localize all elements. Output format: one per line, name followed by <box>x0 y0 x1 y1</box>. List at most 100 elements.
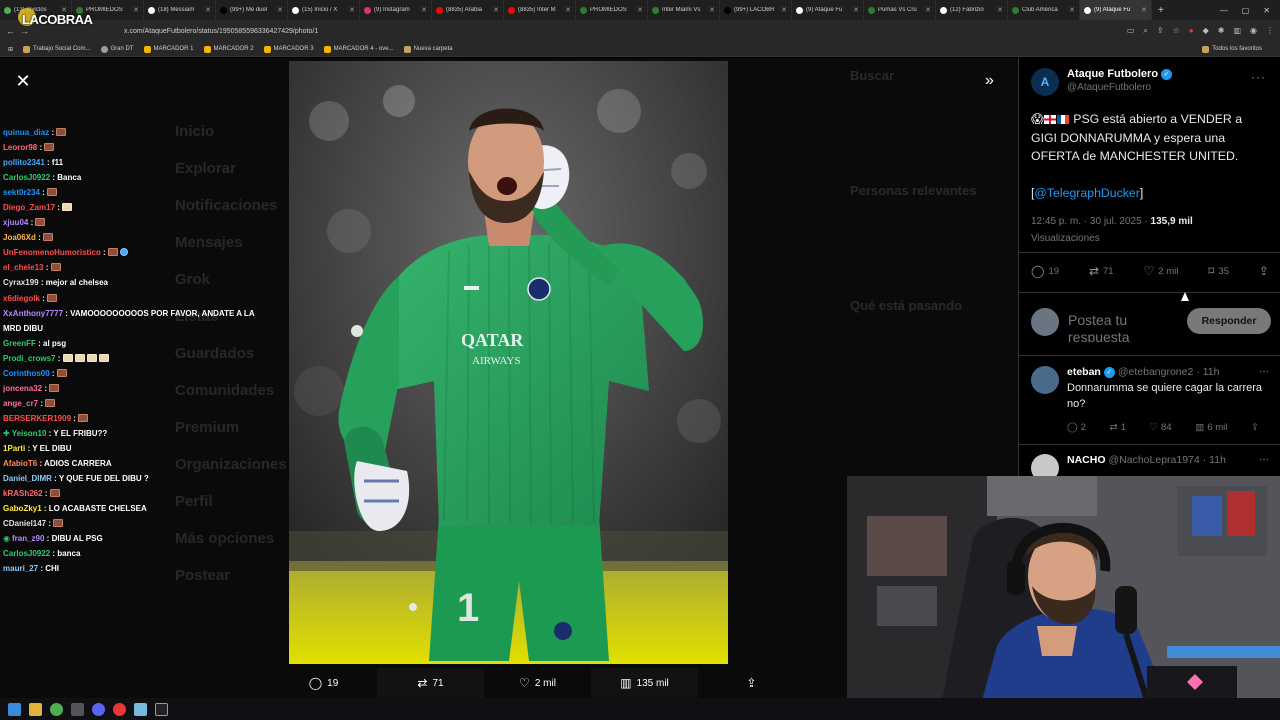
minimize-icon[interactable]: — <box>1220 6 1228 15</box>
tab-close-icon[interactable]: ✕ <box>493 6 499 14</box>
bookmark-item[interactable]: MARCADOR 4 - ove... <box>323 45 394 53</box>
like-button[interactable]: ♡ 2 mil <box>1144 264 1179 278</box>
browser-tab[interactable]: (18) Messiam ✕ <box>144 0 216 20</box>
all-bookmarks[interactable]: Todos los favoritos <box>1202 45 1262 53</box>
bookmark-item[interactable]: Gran DT <box>100 45 134 53</box>
tweet-author[interactable]: A Ataque Futbolero ✓ @AtaqueFutbolero <box>1031 68 1173 96</box>
tab-close-icon[interactable]: ✕ <box>853 6 859 14</box>
chat-username[interactable]: CDaniel147 <box>3 519 46 528</box>
share-icon[interactable]: ⇪ <box>1157 26 1164 36</box>
chat-username[interactable]: ange_cr7 <box>3 399 38 408</box>
repost-button[interactable]: ⇄ 1 <box>1110 422 1126 433</box>
puzzle-icon[interactable]: ✱ <box>1218 26 1225 36</box>
screen-cast-icon[interactable]: ▭ <box>1127 26 1135 36</box>
extension-icon[interactable]: ◆ <box>1203 26 1209 36</box>
chat-username[interactable]: CarlosJ0922 <box>3 549 50 558</box>
bookmark-item[interactable]: MARCADOR 3 <box>263 45 314 53</box>
url-field[interactable]: x.com/AtaqueFutbolero/status/19505855963… <box>124 28 318 35</box>
chat-username[interactable]: Corinthos00 <box>3 369 50 378</box>
browser-tab[interactable]: (15) Inicio / X ✕ <box>288 0 360 20</box>
browser-tab[interactable]: (9) Instagram ✕ <box>360 0 432 20</box>
back-icon[interactable]: ← <box>6 26 20 36</box>
star-icon[interactable]: ☆ <box>1173 26 1180 36</box>
chat-username[interactable]: GaboZky1 <box>3 504 42 513</box>
collapse-panel-icon[interactable]: » <box>985 72 994 90</box>
sidebar-icon[interactable]: ▥ <box>1233 26 1241 36</box>
browser-tab[interactable]: Club América ✕ <box>1008 0 1080 20</box>
chat-username[interactable]: Joa06Xd <box>3 233 36 242</box>
browser-tab[interactable]: PROMIEDOS ✕ <box>576 0 648 20</box>
bookmark-item[interactable]: MARCADOR 1 <box>143 45 194 53</box>
chat-username[interactable]: AfabioT6 <box>3 459 37 468</box>
handle[interactable]: @AtaqueFutbolero <box>1067 82 1172 93</box>
new-tab-button[interactable]: + <box>1152 5 1170 16</box>
chat-username[interactable]: kRASh262 <box>3 489 43 498</box>
browser-tab[interactable]: (99+) LACOBR ✕ <box>720 0 792 20</box>
chat-username[interactable]: XxAnthony7777 <box>3 309 63 318</box>
bookmark-item[interactable]: Nueva carpeta <box>403 45 453 53</box>
more-options-icon[interactable]: ··· <box>1251 70 1266 84</box>
app-icon[interactable] <box>113 702 126 716</box>
browser-tab[interactable]: (99+) Me duel ✕ <box>216 0 288 20</box>
profile-icon[interactable]: ◉ <box>1250 26 1257 36</box>
share-button[interactable]: ⇪ <box>1251 422 1259 433</box>
like-button[interactable]: ♡ 2 mil <box>484 668 591 698</box>
chat-username[interactable]: CarlosJ0922 <box>3 173 50 182</box>
views-button[interactable]: ▥ 135 mil <box>591 668 698 698</box>
more-options-icon[interactable]: ··· <box>1259 454 1269 465</box>
reply-input[interactable]: Postea tu respuesta <box>1068 312 1168 342</box>
zoom-icon[interactable]: ⌕ <box>1143 26 1147 36</box>
avatar[interactable]: A <box>1031 68 1059 96</box>
chat-username[interactable]: quinua_diaz <box>3 128 49 137</box>
share-button[interactable]: ⇪ <box>1259 264 1269 278</box>
app-icon[interactable] <box>155 702 168 716</box>
tab-close-icon[interactable]: ✕ <box>205 6 211 14</box>
chat-username[interactable]: Cyrax199 <box>3 278 39 287</box>
chat-username[interactable]: Prodi_crows7 <box>3 354 55 363</box>
browser-tab[interactable]: Pumas Vs Cru ✕ <box>864 0 936 20</box>
chat-username[interactable]: Daniel_DIMR <box>3 474 52 483</box>
views-button[interactable]: ▥ 6 mil <box>1195 422 1227 433</box>
tab-close-icon[interactable]: ✕ <box>709 6 715 14</box>
reply-button[interactable]: ◯ 19 <box>270 668 377 698</box>
tab-close-icon[interactable]: ✕ <box>997 6 1003 14</box>
browser-tab[interactable]: (9) Ataque Fu ✕ <box>1080 0 1152 20</box>
chat-username[interactable]: Leoror98 <box>3 143 37 152</box>
maximize-icon[interactable]: ▢ <box>1242 6 1250 15</box>
repost-button[interactable]: ⇄ 71 <box>377 668 484 698</box>
chat-username[interactable]: pollito2341 <box>3 158 45 167</box>
apps-grid-icon[interactable]: ⊞ <box>8 46 13 53</box>
browser-tab[interactable]: (8835) Inter M ✕ <box>504 0 576 20</box>
tweet-photo[interactable]: 1 QATAR AIRWAYS <box>289 61 728 664</box>
tab-close-icon[interactable]: ✕ <box>133 6 139 14</box>
bookmark-item[interactable]: Trabajo Social Com... <box>23 45 91 53</box>
app-icon[interactable] <box>134 702 147 716</box>
record-icon[interactable]: ● <box>1189 26 1194 36</box>
tab-close-icon[interactable]: ✕ <box>781 6 787 14</box>
chat-username[interactable]: fran_z90 <box>12 534 44 543</box>
chat-username[interactable]: Diego_Zam17 <box>3 203 55 212</box>
chat-username[interactable]: mauri_27 <box>3 564 38 573</box>
file-explorer-icon[interactable] <box>29 702 42 716</box>
chat-username[interactable]: x6diegolk <box>3 294 40 303</box>
obs-icon[interactable] <box>71 702 84 716</box>
repost-button[interactable]: ⇄ 71 <box>1089 264 1114 278</box>
tab-close-icon[interactable]: ✕ <box>1141 6 1147 14</box>
display-name[interactable]: Ataque Futbolero ✓ <box>1067 68 1173 80</box>
avatar[interactable] <box>1031 366 1059 394</box>
menu-icon[interactable]: ⋮ <box>1266 26 1274 36</box>
browser-tab[interactable]: (8835) Arabia ✕ <box>432 0 504 20</box>
bookmark-item[interactable]: MARCADOR 2 <box>203 45 254 53</box>
tab-close-icon[interactable]: ✕ <box>349 6 355 14</box>
chat-username[interactable]: xjuu04 <box>3 218 28 227</box>
share-button[interactable]: ⇪ <box>698 668 805 698</box>
chat-username[interactable]: el_chele13 <box>3 263 43 272</box>
discord-icon[interactable] <box>92 702 105 716</box>
close-icon[interactable]: ✕ <box>14 72 32 90</box>
reply-button[interactable]: ◯ 2 <box>1067 422 1086 433</box>
browser-tab[interactable]: (12) Fabrizio ✕ <box>936 0 1008 20</box>
avatar[interactable] <box>1031 308 1059 336</box>
chat-username[interactable]: BERSERKER1909 <box>3 414 71 423</box>
tab-close-icon[interactable]: ✕ <box>421 6 427 14</box>
reply-submit-button[interactable]: Responder <box>1187 308 1271 334</box>
